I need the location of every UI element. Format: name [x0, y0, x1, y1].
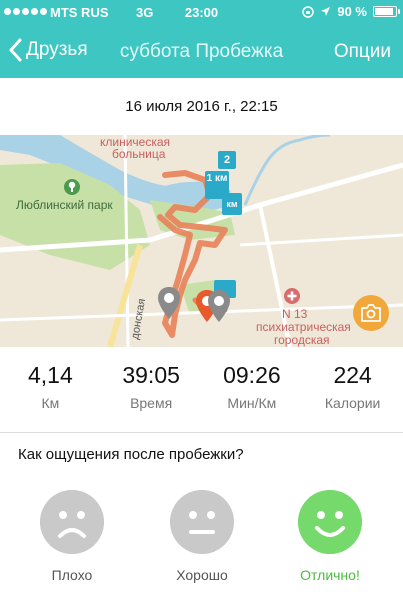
- status-bar: MTS RUS 3G 23:00 90 %: [0, 0, 403, 26]
- add-photo-button[interactable]: [353, 295, 389, 331]
- navigation-bar: Друзья суббота Пробежка Опции: [0, 26, 403, 78]
- battery-level: [375, 8, 393, 15]
- route-map[interactable]: клиническая больница Люблинский парк N 1…: [0, 135, 403, 347]
- camera-icon: [361, 304, 381, 322]
- map-label-n13: N 13: [282, 307, 308, 321]
- mood-bad-label: Плохо: [51, 567, 93, 583]
- km-marker-km-label: км: [226, 199, 238, 209]
- map-label-psych-2: городская: [274, 333, 330, 347]
- hospital-icon: [284, 288, 300, 304]
- stat-distance-label: Км: [41, 395, 60, 411]
- stat-pace-value: 09:26: [223, 362, 281, 388]
- mood-good-label: Хорошо: [176, 567, 228, 583]
- status-right: 90 %: [302, 4, 400, 19]
- feeling-question: Как ощущения после пробежки?: [18, 446, 244, 463]
- map-label-hospital-2: больница: [112, 147, 166, 161]
- stat-pace-label: Мин/Км: [227, 395, 277, 411]
- happy-face-icon: [298, 490, 362, 554]
- mood-bad-button[interactable]: Плохо: [32, 490, 112, 583]
- run-date-time: 16 июля 2016 г., 22:15: [125, 98, 278, 115]
- start-pin-icon[interactable]: [158, 287, 180, 319]
- stat-calories-value: 224: [333, 362, 372, 388]
- km-marker-1-label: 1 км: [206, 173, 228, 184]
- stat-distance-value: 4,14: [27, 362, 73, 388]
- waypoint-pin-icon[interactable]: [208, 290, 230, 322]
- neutral-face-icon: [170, 490, 234, 554]
- stat-time-label: Время: [130, 395, 173, 411]
- battery-icon: [373, 6, 400, 17]
- mood-good-button[interactable]: Хорошо: [162, 490, 242, 583]
- options-button[interactable]: Опции: [334, 41, 391, 63]
- km-marker-1[interactable]: 1 км: [205, 171, 229, 199]
- stat-calories-label: Калории: [324, 395, 381, 411]
- sad-face-icon: [40, 490, 104, 554]
- mood-great-label: Отлично!: [300, 567, 360, 583]
- run-stats: 4,14 Км 39:05 Время 09:26 Мин/Км 224 Кал…: [0, 362, 403, 422]
- stat-pace: 09:26 Мин/Км: [202, 362, 303, 422]
- divider: [0, 432, 403, 433]
- stat-time-value: 39:05: [122, 362, 180, 388]
- map-label-park: Люблинский парк: [16, 198, 113, 212]
- km-marker-2-label: 2: [223, 154, 231, 166]
- stat-distance: 4,14 Км: [0, 362, 101, 422]
- map-label-psych-1: психиатрическая: [256, 320, 351, 334]
- stat-calories: 224 Калории: [302, 362, 403, 422]
- stat-time: 39:05 Время: [101, 362, 202, 422]
- location-arrow-icon: [321, 7, 331, 16]
- rotation-lock-icon: [302, 5, 315, 18]
- park-tree-icon: [64, 179, 80, 195]
- mood-great-button[interactable]: Отлично!: [290, 490, 370, 583]
- battery-percent: 90 %: [337, 4, 367, 19]
- km-marker-2[interactable]: 2: [218, 151, 236, 169]
